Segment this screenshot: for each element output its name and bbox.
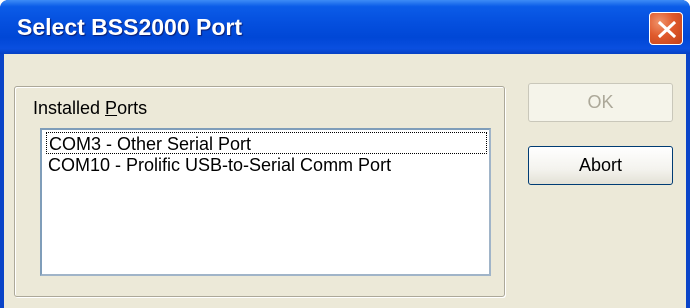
list-item-com3[interactable]: COM3 - Other Serial Port bbox=[46, 132, 487, 154]
close-button[interactable] bbox=[649, 12, 683, 45]
close-x-icon bbox=[658, 21, 676, 38]
abort-button[interactable]: Abort bbox=[528, 146, 673, 185]
window-title: Select BSS2000 Port bbox=[17, 14, 243, 40]
list-item-com10[interactable]: COM10 - Prolific USB-to-Serial Comm Port bbox=[46, 154, 393, 176]
title-bar[interactable]: Select BSS2000 Port bbox=[0, 0, 690, 54]
ports-listbox[interactable]: COM3 - Other Serial Port COM10 - Prolifi… bbox=[40, 128, 491, 276]
installed-ports-label: Installed Ports bbox=[33, 98, 148, 118]
ok-button[interactable]: OK bbox=[528, 83, 673, 122]
dialog-window: Select BSS2000 Port Installed Ports COM3… bbox=[0, 0, 690, 308]
dialog-body: Installed Ports COM3 - Other Serial Port… bbox=[4, 54, 686, 308]
